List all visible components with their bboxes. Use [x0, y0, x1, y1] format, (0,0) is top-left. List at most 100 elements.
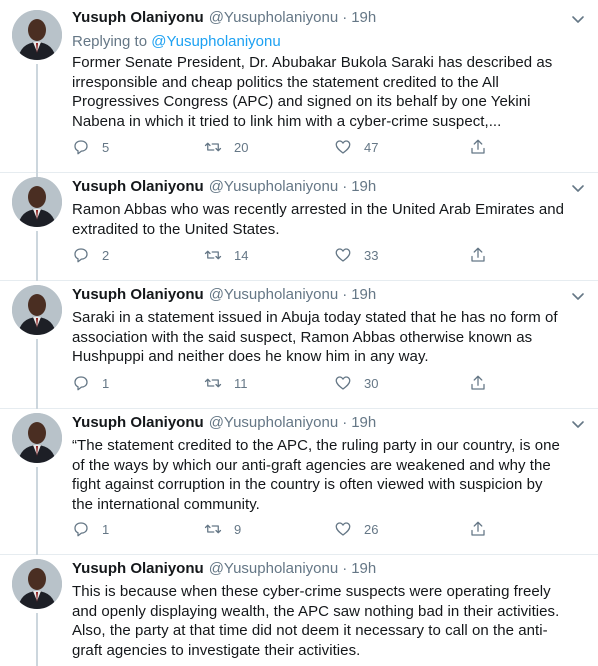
tweet-text-line: Former Senate President, Dr. Abubakar Bu… — [72, 54, 553, 71]
tweet-actions: 1 11 30 — [72, 373, 502, 393]
heart-icon — [335, 376, 351, 390]
tweet-text-line: Ramon Abbas who was recently arrested in… — [72, 201, 565, 218]
share-button[interactable] — [469, 245, 499, 265]
chevron-down-icon[interactable] — [570, 11, 586, 27]
reply-count: 5 — [102, 139, 110, 155]
tweet-text-line: and openly displaying wealth, the APC sa… — [72, 602, 560, 620]
share-icon — [471, 139, 485, 154]
tweet-text: Former Senate President, Dr. Abubakar Bu… — [72, 53, 586, 131]
retweet-count: 20 — [234, 139, 249, 155]
author-name[interactable]: Yusuph Olaniyonu — [72, 286, 204, 303]
timestamp[interactable]: 19h — [351, 286, 376, 303]
replying-handle-link[interactable]: @Yusupholaniyonu — [151, 33, 281, 50]
timestamp[interactable]: 19h — [351, 560, 376, 577]
tweet-text-line: graft agencies to investigate their acti… — [72, 641, 361, 659]
retweet-count: 11 — [234, 375, 248, 391]
like-count: 33 — [364, 247, 379, 263]
thread-connector — [36, 64, 38, 184]
reply-count: 2 — [102, 247, 110, 263]
reply-icon — [74, 248, 88, 263]
avatar[interactable] — [12, 285, 62, 335]
chevron-down-icon[interactable] — [570, 416, 586, 432]
like-button[interactable]: 26 — [334, 519, 464, 539]
avatar[interactable] — [12, 177, 62, 227]
reply-count: 1 — [102, 375, 110, 391]
tweet-text-line: of the ways by which our anti-graft agen… — [72, 456, 551, 474]
retweet-count: 14 — [234, 247, 249, 263]
tweet-header: Yusuph Olaniyonu @Yusupholaniyonu · 19h — [72, 560, 586, 580]
like-button[interactable]: 47 — [334, 137, 464, 157]
tweet[interactable]: Yusuph Olaniyonu @Yusupholaniyonu · 19h … — [0, 0, 598, 184]
heart-icon — [335, 522, 351, 536]
timestamp[interactable]: 19h — [351, 414, 376, 431]
tweet-text-line: Progressives Congress (APC) and signed o… — [72, 93, 531, 110]
retweet-button[interactable]: 14 — [204, 245, 334, 265]
author-handle[interactable]: @Yusupholaniyonu — [209, 560, 339, 577]
like-button[interactable]: 33 — [334, 245, 464, 265]
replying-to: Replying to @Yusupholaniyonu — [72, 32, 586, 52]
author-handle[interactable]: @Yusupholaniyonu — [209, 178, 339, 195]
thread-connector — [36, 231, 38, 281]
author-name[interactable]: Yusuph Olaniyonu — [72, 560, 204, 577]
tweet[interactable]: Yusuph Olaniyonu @Yusupholaniyonu · 19h … — [0, 281, 598, 409]
tweet-text: This is because when these cyber-crime s… — [72, 582, 586, 660]
share-button[interactable] — [469, 137, 499, 157]
chevron-down-icon[interactable] — [570, 288, 586, 304]
like-button[interactable]: 30 — [334, 373, 464, 393]
tweet[interactable]: Yusuph Olaniyonu @Yusupholaniyonu · 19h … — [0, 173, 598, 281]
retweet-icon — [204, 524, 222, 534]
tweet-text-line: the international community. — [72, 495, 260, 513]
author-handle[interactable]: @Yusupholaniyonu — [209, 414, 339, 431]
separator-dot: · — [342, 414, 348, 431]
retweet-button[interactable]: 9 — [204, 519, 334, 539]
share-button[interactable] — [469, 519, 499, 539]
timestamp[interactable]: 19h — [351, 178, 376, 195]
tweet[interactable]: Yusuph Olaniyonu @Yusupholaniyonu · 19h … — [0, 555, 598, 666]
author-name[interactable]: Yusuph Olaniyonu — [72, 9, 204, 26]
tweet-actions: 1 9 26 — [72, 519, 502, 539]
author-name[interactable]: Yusuph Olaniyonu — [72, 178, 204, 195]
avatar[interactable] — [12, 413, 62, 463]
reply-icon — [74, 140, 88, 155]
retweet-count: 9 — [234, 521, 242, 537]
reply-button[interactable]: 1 — [72, 519, 169, 539]
separator-dot: · — [342, 178, 348, 195]
separator-dot: · — [342, 9, 348, 26]
tweet-header: Yusuph Olaniyonu @Yusupholaniyonu · 19h — [72, 286, 586, 306]
tweet-header: Yusuph Olaniyonu @Yusupholaniyonu · 19h — [72, 9, 586, 29]
like-count: 30 — [364, 375, 379, 391]
tweet-text: “The statement credited to the APC, the … — [72, 436, 586, 514]
share-button[interactable] — [469, 373, 499, 393]
tweet-text: Ramon Abbas who was recently arrested in… — [72, 200, 586, 239]
separator-dot: · — [342, 560, 348, 577]
tweet-text-line: fight against corruption in the country … — [72, 476, 543, 493]
reply-icon — [74, 376, 88, 391]
avatar[interactable] — [12, 559, 62, 609]
reply-icon — [74, 522, 88, 537]
author-name[interactable]: Yusuph Olaniyonu — [72, 414, 204, 431]
tweet-text-line: Hushpuppi and neither does he know him i… — [72, 348, 429, 365]
tweet-text-line: Nabena in which it tried to link him wit… — [72, 112, 502, 130]
retweet-button[interactable]: 11 — [204, 373, 334, 393]
avatar[interactable] — [12, 10, 62, 60]
thread-connector — [36, 339, 38, 409]
author-handle[interactable]: @Yusupholaniyonu — [209, 9, 339, 26]
reply-button[interactable]: 2 — [72, 245, 169, 265]
timestamp[interactable]: 19h — [351, 9, 376, 26]
tweet[interactable]: Yusuph Olaniyonu @Yusupholaniyonu · 19h … — [0, 409, 598, 555]
replying-label: Replying to — [72, 33, 148, 50]
author-handle[interactable]: @Yusupholaniyonu — [209, 286, 339, 303]
tweet-header: Yusuph Olaniyonu @Yusupholaniyonu · 19h — [72, 414, 586, 434]
chevron-down-icon[interactable] — [570, 180, 586, 196]
retweet-button[interactable]: 20 — [204, 137, 334, 157]
reply-button[interactable]: 1 — [72, 373, 169, 393]
thread-connector — [36, 613, 38, 666]
tweet-text-line: association with the said suspect, Ramon… — [72, 328, 533, 346]
tweet-text-line: This is because when these cyber-crime s… — [72, 583, 551, 600]
share-icon — [471, 247, 485, 262]
reply-button[interactable]: 5 — [72, 137, 169, 157]
tweet-actions: 2 14 33 — [72, 245, 502, 265]
like-count: 26 — [364, 521, 379, 537]
retweet-icon — [204, 142, 222, 152]
tweet-text-line: Saraki in a statement issued in Abuja to… — [72, 309, 558, 326]
